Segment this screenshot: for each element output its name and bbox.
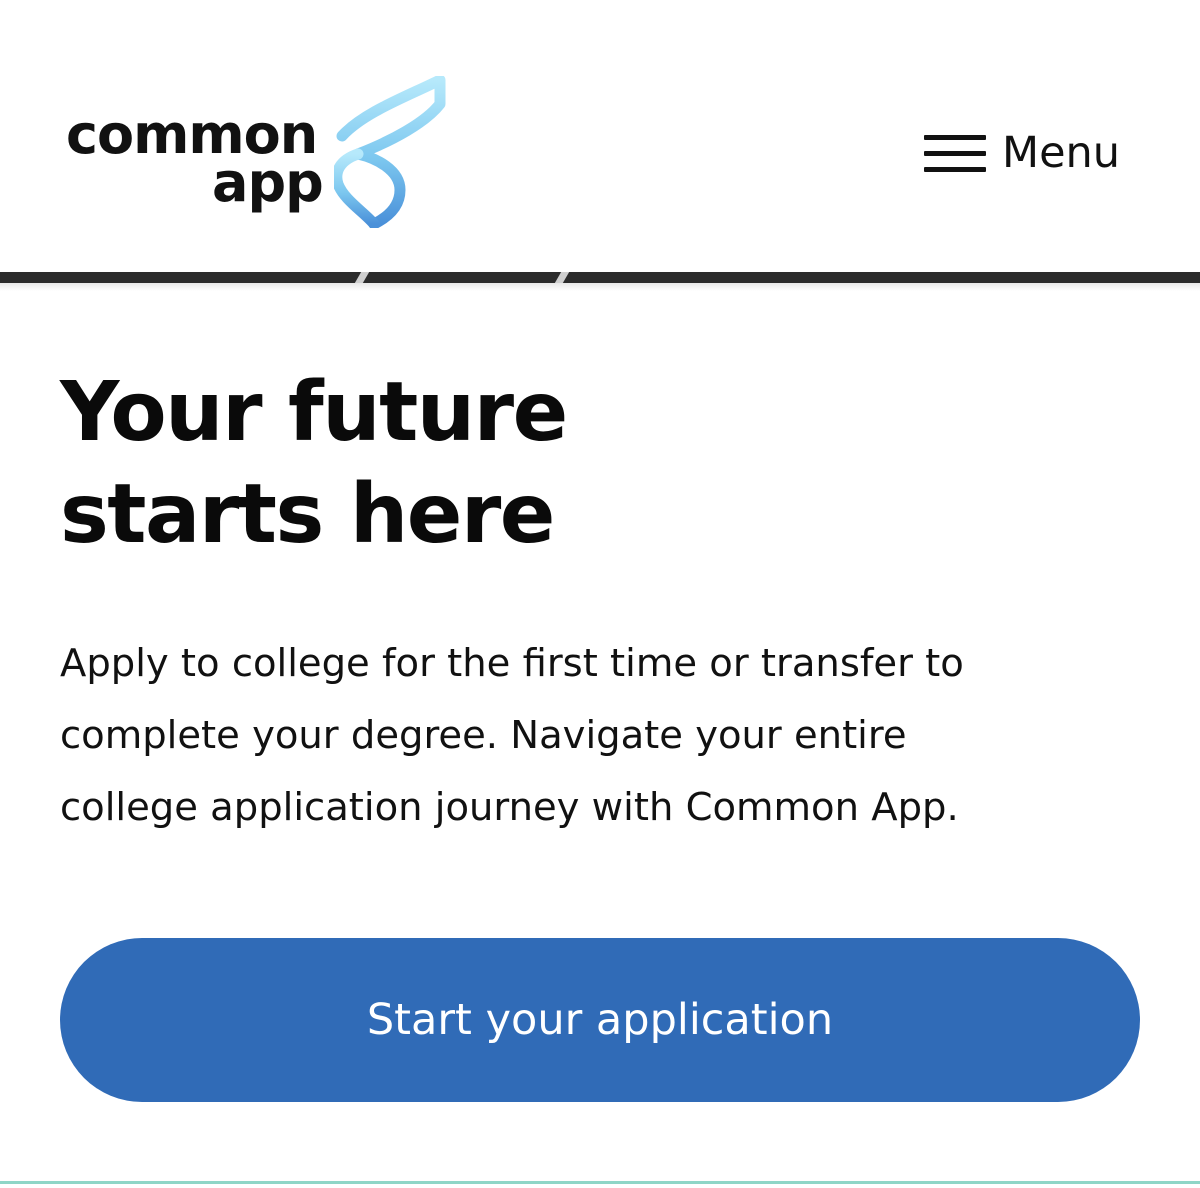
bottom-accent-line [0,1181,1200,1184]
header-divider [0,272,1200,283]
start-application-button[interactable]: Start your application [60,938,1140,1102]
menu-label: Menu [1002,127,1121,178]
hero-headline: Your future starts here [60,365,568,562]
header-divider-shadow [0,283,1200,291]
hamburger-icon [924,128,986,178]
hero-description: Apply to college for the first time or t… [60,641,964,830]
logo-mark-icon [334,76,446,228]
logo-word-app: app [212,151,324,214]
site-header: common app Menu [0,0,1200,272]
common-app-logo[interactable]: common app [66,76,446,228]
menu-button[interactable]: Menu [924,118,1120,188]
